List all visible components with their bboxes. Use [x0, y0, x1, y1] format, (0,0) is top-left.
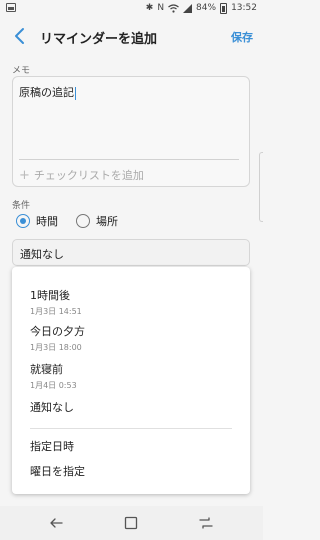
notification-dropdown: 1時間後 1月3日 14:51 今日の夕方 1月3日 18:00 就寝前 1月4… — [12, 267, 250, 494]
radio-location[interactable] — [76, 214, 90, 228]
dropdown-item-sub: 1月4日 0:53 — [30, 381, 77, 390]
dropdown-divider — [30, 428, 232, 429]
back-nav-icon[interactable] — [48, 515, 64, 531]
image-icon — [6, 3, 16, 12]
radio-time[interactable] — [16, 214, 30, 228]
add-checklist-label: チェックリストを追加 — [33, 169, 144, 182]
memo-box[interactable]: 原稿の追記 + チェックリストを追加 — [12, 76, 250, 187]
condition-options: 時間 場所 — [16, 213, 136, 229]
dropdown-item-evening[interactable]: 今日の夕方 1月3日 18:00 — [30, 323, 85, 353]
bluetooth-icon: ✱ — [145, 3, 154, 13]
nfc-icon: Ν — [157, 3, 165, 13]
dropdown-item-sub: 1月3日 14:51 — [30, 307, 82, 316]
radio-location-label[interactable]: 場所 — [96, 213, 118, 229]
edge-panel-handle[interactable] — [259, 152, 263, 222]
radio-time-label[interactable]: 時間 — [36, 213, 58, 229]
recent-apps-icon[interactable] — [198, 515, 214, 531]
page-title: リマインダーを追加 — [40, 32, 158, 47]
dropdown-item-bedtime[interactable]: 就寝前 1月4日 0:53 — [30, 361, 77, 391]
status-time: 13:52 — [231, 3, 257, 13]
dropdown-item-weekday[interactable]: 曜日を指定 — [30, 463, 85, 479]
dropdown-item-label: 今日の夕方 — [30, 325, 85, 338]
dropdown-item-label: 曜日を指定 — [30, 465, 85, 478]
memo-input[interactable]: 原稿の追記 — [19, 84, 76, 100]
dropdown-item-1-hour[interactable]: 1時間後 1月3日 14:51 — [30, 287, 82, 317]
dropdown-item-no-notification[interactable]: 通知なし — [30, 399, 74, 415]
notification-select[interactable]: 通知なし — [12, 239, 250, 266]
battery-percent: 84% — [196, 3, 217, 13]
wifi-icon — [168, 3, 179, 13]
navigation-bar — [0, 506, 263, 540]
home-nav-icon[interactable] — [123, 515, 139, 531]
add-checklist-button[interactable]: + チェックリストを追加 — [19, 167, 144, 183]
dropdown-item-sub: 1月3日 18:00 — [30, 343, 82, 352]
condition-label: 条件 — [12, 201, 31, 211]
dropdown-item-specific-date[interactable]: 指定日時 — [30, 438, 74, 454]
back-arrow-icon[interactable] — [11, 26, 31, 46]
plus-icon: + — [19, 167, 30, 183]
text-cursor — [75, 86, 76, 100]
memo-divider — [19, 159, 239, 160]
signal-icon — [183, 3, 193, 13]
battery-icon — [220, 2, 228, 14]
status-bar: ✱ Ν 84% 13:52 — [0, 0, 263, 17]
dropdown-item-label: 就寝前 — [30, 363, 63, 376]
notification-value: 通知なし — [20, 248, 64, 261]
dropdown-item-label: 1時間後 — [30, 289, 70, 302]
dropdown-item-label: 通知なし — [30, 401, 74, 414]
app-bar: リマインダーを追加 保存 — [0, 17, 263, 57]
dropdown-item-label: 指定日時 — [30, 440, 74, 453]
save-button[interactable]: 保存 — [231, 29, 253, 45]
memo-label: メモ — [12, 66, 31, 76]
memo-text: 原稿の追記 — [19, 86, 74, 99]
